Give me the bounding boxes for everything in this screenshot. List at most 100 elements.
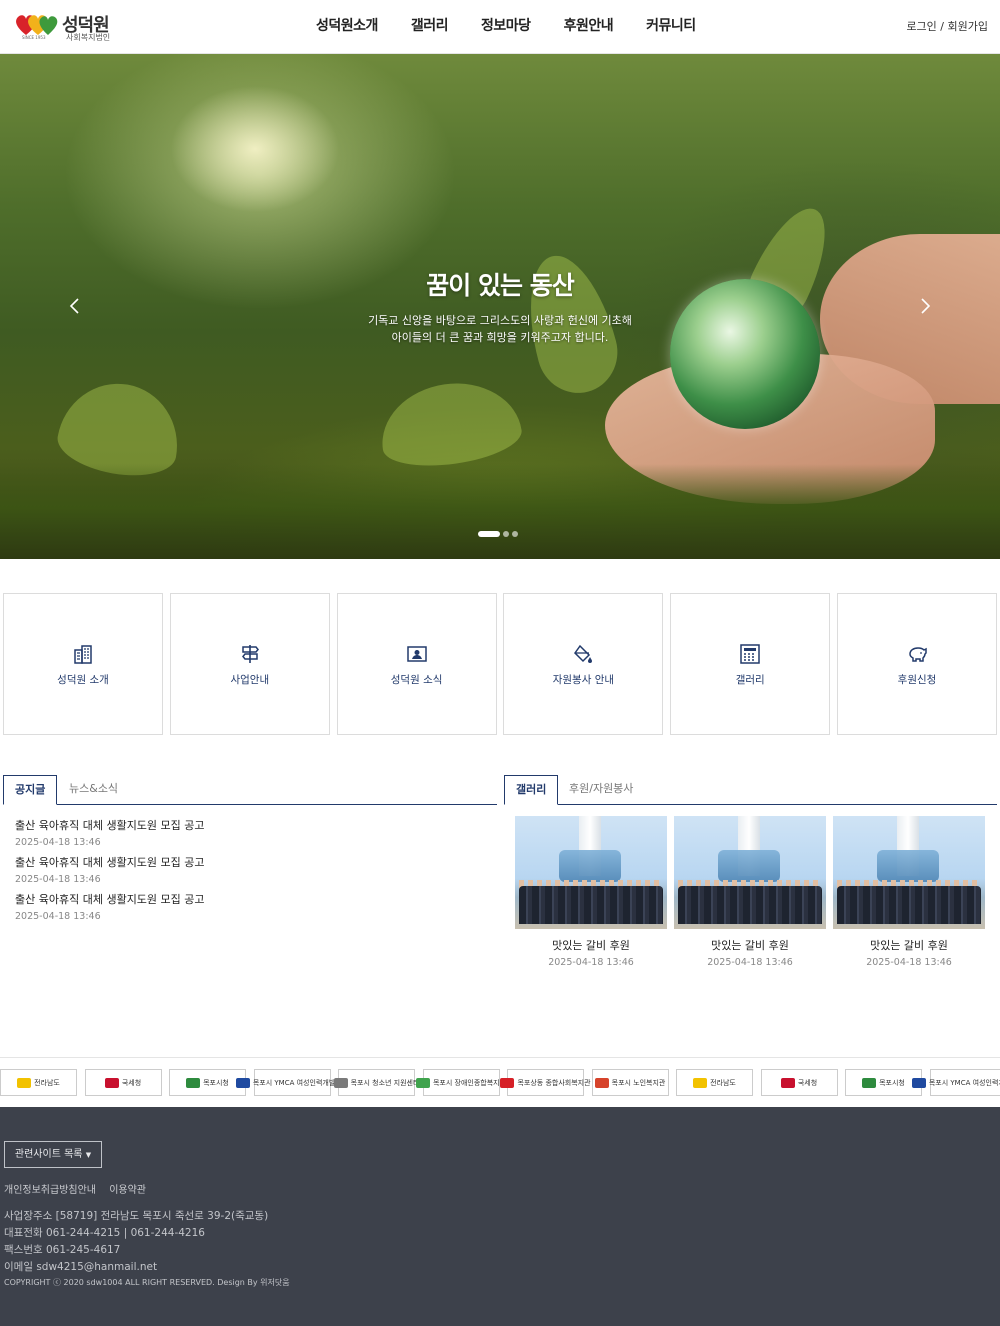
partner-banner[interactable]: 목포시 장애인종합복지관	[415, 1069, 506, 1096]
quick-menu-item-news[interactable]: 성덕원 소식	[336, 593, 497, 735]
login-link[interactable]: 로그인	[906, 20, 936, 33]
quick-menu-label: 자원봉사 안내	[552, 674, 615, 686]
partner-banner[interactable]: 목포상동 종합사회복지관	[500, 1069, 591, 1096]
gallery-card[interactable]: 맛있는 갈비 후원 2025-04-18 13:46	[515, 816, 667, 968]
tab-notice[interactable]: 공지글	[3, 775, 58, 805]
slider-prev-button[interactable]	[65, 296, 85, 316]
gallery-date: 2025-04-18 13:46	[548, 957, 634, 968]
quick-menu-item-about[interactable]: 성덕원 소개	[3, 593, 163, 735]
partner-banner[interactable]: 목포시 청소년 지원센터	[333, 1069, 419, 1096]
logo-subtitle: 사회복지법인	[66, 33, 111, 42]
tab-gallery[interactable]: 갤러리	[504, 775, 559, 805]
quick-menu-label: 성덕원 소개	[57, 674, 109, 686]
partner-banner-label: 목포시 장애인종합복지관	[432, 1078, 507, 1087]
paint-bucket-icon	[572, 643, 594, 665]
auth-links: 로그인 / 회원가입	[906, 18, 988, 34]
partner-banner-label: 국세청	[797, 1078, 818, 1087]
chevron-right-icon	[921, 298, 931, 314]
quick-menu-item-volunteer[interactable]: 자원봉사 안내	[503, 593, 664, 735]
quick-menu: 성덕원 소개 사업안내 성덕원 소식 자원봉사 안내 갤러리 후원신청	[3, 593, 1000, 735]
partner-banner-label: 국세청	[121, 1078, 142, 1087]
terms-link[interactable]: 이용약관	[109, 1185, 146, 1196]
footer-fax: 팩스번호 061-245-4617	[4, 1244, 121, 1256]
list-item: 출산 육아휴직 대체 생활지도원 모집 공고 2025-04-18 13:46	[15, 817, 485, 854]
gallery-caption: 맛있는 갈비 후원	[711, 939, 789, 952]
gallery-tabs: 갤러리 후원/자원봉사	[504, 775, 997, 805]
hero-description: 기독교 신앙을 바탕으로 그리스도의 사랑과 헌신에 기초해 아이들의 더 큰 …	[0, 312, 1000, 346]
building-icon	[72, 643, 94, 665]
partner-banner[interactable]: 목포시 노인복지관	[591, 1069, 669, 1096]
gallery-list: 맛있는 갈비 후원 2025-04-18 13:46 맛있는 갈비 후원 202…	[515, 816, 992, 968]
tab-support-volunteer[interactable]: 후원/자원봉사	[558, 775, 644, 805]
slider-dot[interactable]	[512, 531, 518, 537]
gallery-card[interactable]: 맛있는 갈비 후원 2025-04-18 13:46	[833, 816, 985, 968]
partner-banner[interactable]: 국세청	[760, 1069, 838, 1096]
partner-logo-icon	[594, 1077, 609, 1088]
partner-banner-label: 목포상동 종합사회복지관	[517, 1078, 591, 1087]
piggy-bank-icon	[906, 643, 928, 665]
partner-logo-icon	[862, 1077, 877, 1088]
nav-item-gallery[interactable]: 갤러리	[411, 0, 449, 54]
slider-dot[interactable]	[503, 531, 509, 537]
nav-item-support[interactable]: 후원안내	[564, 0, 614, 54]
gallery-caption: 맛있는 갈비 후원	[870, 939, 948, 952]
partner-logo-icon	[500, 1077, 515, 1088]
auth-separator: /	[936, 20, 948, 33]
partner-banner-strip: 전라남도 국세청 목포시청 목포시 YMCA 여성인력개발센터 목포시 청소년 지원센터…	[0, 1057, 1000, 1107]
partner-banner[interactable]: 전라남도	[0, 1069, 77, 1096]
quick-menu-item-gallery[interactable]: 갤러리	[670, 593, 831, 735]
partner-logo-icon	[104, 1077, 119, 1088]
slider-pagination	[478, 531, 518, 537]
gallery-thumbnail	[833, 816, 985, 929]
nav-item-community[interactable]: 커뮤니티	[646, 0, 696, 54]
partner-banner-label: 전라남도	[710, 1078, 736, 1087]
signpost-icon	[239, 643, 261, 665]
fern-leaf-decoration	[375, 374, 525, 474]
quick-menu-item-donation[interactable]: 후원신청	[836, 593, 997, 735]
footer-email: 이메일 sdw4215@hanmail.net	[4, 1261, 158, 1273]
site-logo[interactable]: SINCE 1953 성덕원 사회복지법인	[14, 11, 114, 43]
contact-card-icon	[406, 643, 428, 665]
signup-link[interactable]: 회원가입	[948, 20, 988, 33]
slider-next-button[interactable]	[915, 296, 935, 316]
partner-banner[interactable]: 목포시 YMCA 여성인력개발센터	[235, 1069, 348, 1096]
gallery-thumbnail	[674, 816, 826, 929]
gallery-caption: 맛있는 갈비 후원	[552, 939, 630, 952]
notice-title-link[interactable]: 출산 육아휴직 대체 생활지도원 모집 공고	[15, 854, 485, 870]
partner-logo-icon	[693, 1077, 708, 1088]
privacy-policy-link[interactable]: 개인정보취급방침안내	[4, 1185, 96, 1196]
partner-logo-icon	[911, 1077, 926, 1088]
site-header: SINCE 1953 성덕원 사회복지법인 성덕원소개 갤러리 정보마당 후원안…	[0, 0, 1000, 54]
logo-since: SINCE 1953	[22, 35, 46, 40]
notice-list: 출산 육아휴직 대체 생활지도원 모집 공고 2025-04-18 13:46 …	[15, 817, 485, 928]
partner-banner[interactable]: 국세청	[84, 1069, 162, 1096]
partner-banner[interactable]: 목포시청	[169, 1069, 246, 1096]
notice-title-link[interactable]: 출산 육아휴직 대체 생활지도원 모집 공고	[15, 891, 485, 907]
gallery-thumbnail	[515, 816, 667, 929]
partner-banner[interactable]: 목포시 YMCA 여성인력개발센터	[911, 1069, 1000, 1096]
nav-item-info[interactable]: 정보마당	[481, 0, 531, 54]
partner-banner[interactable]: 전라남도	[676, 1069, 753, 1096]
notice-date: 2025-04-18 13:46	[15, 874, 101, 885]
related-sites-dropdown[interactable]: 관련사이트 목록 ▼	[4, 1141, 102, 1168]
hero-desc-line1: 기독교 신앙을 바탕으로 그리스도의 사랑과 헌신에 기초해	[368, 314, 632, 327]
footer-address: 사업장주소 [58719] 전라남도 목포시 죽선로 39-2(죽교동)	[4, 1210, 269, 1222]
moss-ground-image	[0, 464, 1000, 559]
partner-banner[interactable]: 목포시청	[845, 1069, 922, 1096]
notice-title-link[interactable]: 출산 육아휴직 대체 생활지도원 모집 공고	[15, 817, 485, 833]
nav-item-about[interactable]: 성덕원소개	[316, 0, 378, 54]
slider-dot[interactable]	[478, 531, 500, 537]
partner-logo-icon	[780, 1077, 795, 1088]
gallery-card[interactable]: 맛있는 갈비 후원 2025-04-18 13:46	[674, 816, 826, 968]
list-item: 출산 육아휴직 대체 생활지도원 모집 공고 2025-04-18 13:46	[15, 891, 485, 928]
quick-menu-item-business[interactable]: 사업안내	[169, 593, 330, 735]
partner-banner-label: 목포시청	[879, 1078, 905, 1087]
footer-links: 개인정보취급방침안내 이용약관	[4, 1181, 156, 1196]
quick-menu-label: 갤러리	[735, 674, 765, 686]
partner-banner-label: 목포시 노인복지관	[611, 1078, 666, 1087]
tab-news[interactable]: 뉴스&소식	[58, 775, 129, 805]
partner-logo-icon	[186, 1077, 201, 1088]
footer-info: 사업장주소 [58719] 전라남도 목포시 죽선로 39-2(죽교동) 대표전…	[4, 1208, 268, 1276]
partner-banner-row: 전라남도 국세청 목포시청 목포시 YMCA 여성인력개발센터 목포시 청소년 지원센터…	[0, 1069, 1000, 1096]
gallery-date: 2025-04-18 13:46	[707, 957, 793, 968]
